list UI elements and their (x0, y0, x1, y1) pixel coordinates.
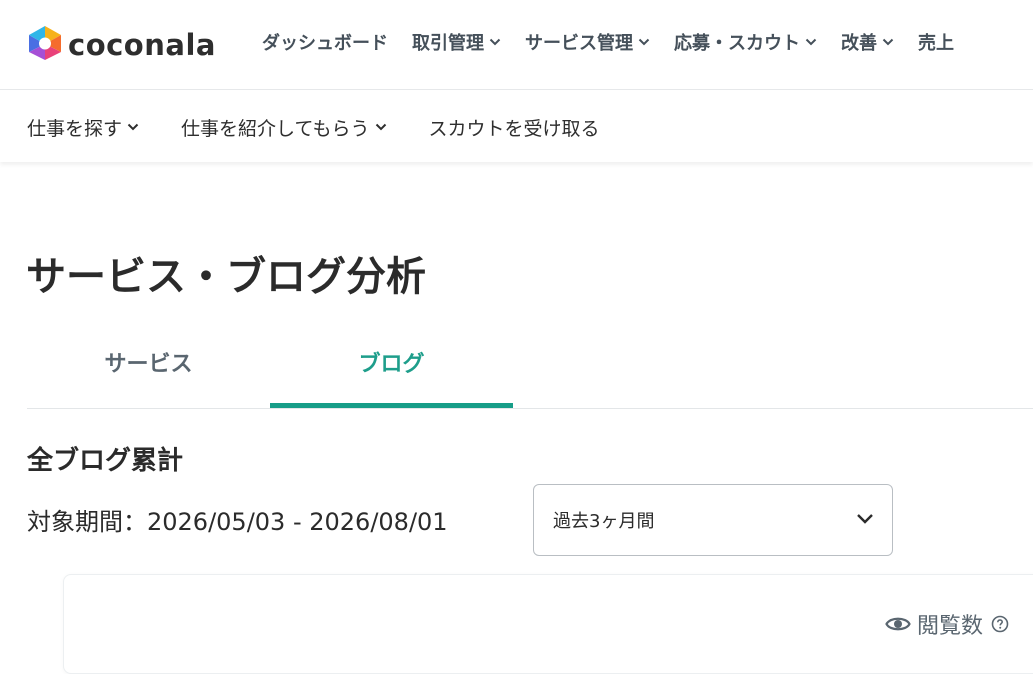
chevron-down-icon (638, 37, 650, 47)
subnav-item-label: 仕事を紹介してもらう (181, 117, 370, 140)
subnav-item-receive-scout[interactable]: スカウトを受け取る (429, 113, 600, 141)
nav-item-label: ダッシュボード (262, 33, 388, 54)
subnav-item-get-introduced[interactable]: 仕事を紹介してもらう (181, 113, 386, 141)
top-header: coconala ダッシュボード 取引管理 サービス管理 応募・スカウト 改善 … (0, 0, 1033, 90)
nav-item-dashboard[interactable]: ダッシュボード (262, 28, 388, 56)
nav-item-service-management[interactable]: サービス管理 (525, 28, 650, 56)
tab-blog[interactable]: ブログ (270, 340, 513, 408)
nav-item-label: 応募・スカウト (674, 33, 800, 54)
nav-item-label: 改善 (841, 33, 877, 54)
chevron-down-icon (127, 122, 139, 132)
tab-services[interactable]: サービス (27, 340, 270, 408)
main-nav: ダッシュボード 取引管理 サービス管理 応募・スカウト 改善 売上 (262, 28, 978, 56)
nav-item-improvement[interactable]: 改善 (841, 28, 894, 56)
nav-item-sales[interactable]: 売上 (918, 28, 954, 56)
chevron-down-icon (856, 512, 874, 526)
metric-views-label: 閲覧数 (917, 614, 984, 639)
nav-item-label: 取引管理 (412, 33, 484, 54)
sub-nav: 仕事を探す 仕事を紹介してもらう スカウトを受け取る (27, 113, 642, 141)
subnav-item-label: スカウトを受け取る (428, 117, 600, 140)
metric-views-header: 閲覧数 (885, 608, 1009, 640)
chevron-down-icon (375, 122, 387, 132)
nav-item-label: サービス管理 (525, 33, 633, 54)
logo-text: coconala (68, 28, 216, 62)
chevron-down-icon (805, 37, 817, 47)
period-label: 対象期間：2026/05/03 - 2026/08/01 (27, 508, 448, 536)
nav-item-apply-scout[interactable]: 応募・スカウト (674, 28, 817, 56)
eye-icon (885, 614, 911, 634)
subnav-item-find-work[interactable]: 仕事を探す (27, 113, 139, 141)
chevron-down-icon (882, 37, 894, 47)
page-title: サービス・ブログ分析 (26, 254, 426, 300)
subnav-item-label: 仕事を探す (27, 117, 123, 140)
help-circle-icon[interactable] (991, 615, 1009, 633)
chevron-down-icon (489, 37, 501, 47)
period-select[interactable]: 過去3ヶ月間 (533, 484, 893, 556)
section-title: 全ブログ累計 (27, 446, 184, 476)
period-select-value: 過去3ヶ月間 (553, 511, 655, 532)
logo[interactable]: coconala (27, 24, 216, 66)
sub-header: 仕事を探す 仕事を紹介してもらう スカウトを受け取る (0, 91, 1033, 162)
nav-item-label: 売上 (918, 33, 954, 54)
coconala-logo-icon (27, 24, 63, 66)
nav-item-transactions[interactable]: 取引管理 (412, 28, 501, 56)
analysis-tabs: サービス ブログ (27, 340, 1033, 409)
